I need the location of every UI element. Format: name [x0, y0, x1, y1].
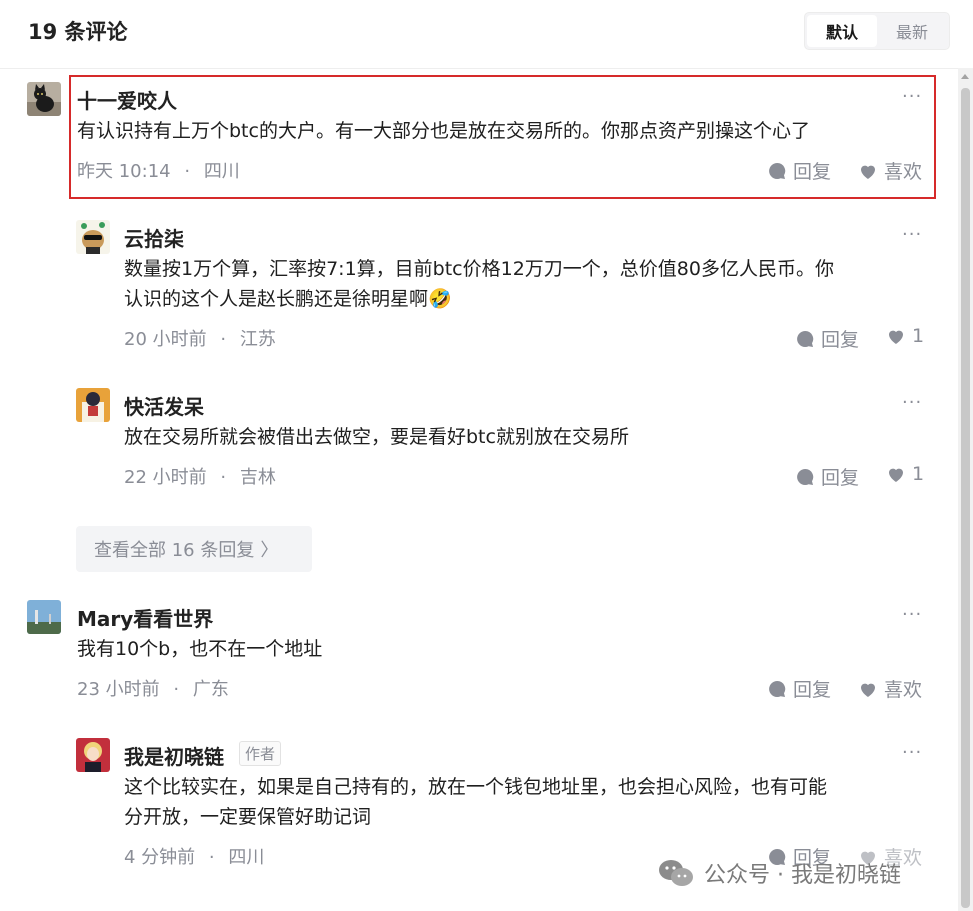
reply-button[interactable]: 回复 [767, 675, 831, 702]
reply-button[interactable]: 回复 [795, 463, 859, 490]
meta-separator: · [208, 847, 215, 868]
commenter-name[interactable]: 快活发呆 [124, 391, 204, 420]
commenter-name[interactable]: 我是初晓链 [124, 741, 224, 770]
comment-time: 22 小时前 [124, 467, 207, 488]
heart-icon [861, 165, 875, 179]
comment-text: 这个比较实在，如果是自己持有的，放在一个钱包地址里，也会担心风险，也有可能 分开… [124, 772, 924, 832]
avatar[interactable] [76, 738, 110, 772]
sort-latest-button[interactable]: 最新 [877, 15, 947, 47]
rofl-emoji-icon: 🤣 [428, 288, 452, 310]
cartoon-avatar-icon [76, 388, 110, 422]
reply-label: 回复 [821, 329, 860, 351]
reply-button[interactable]: 回复 [767, 157, 831, 184]
comment-count-title: 19 条评论 [28, 20, 128, 44]
scroll-up-arrow[interactable] [961, 74, 969, 79]
comment-text-line: 这个比较实在，如果是自己持有的，放在一个钱包地址里，也会担心风险，也有可能 [124, 776, 828, 798]
comment-location: 江苏 [239, 329, 276, 350]
comment-time: 4 分钟前 [124, 847, 196, 868]
comment-text: 我有10个b，也不在一个地址 [77, 638, 323, 660]
reply-label: 回复 [793, 161, 832, 183]
dog-sunglasses-avatar-icon [76, 220, 110, 254]
comment-time: 昨天 10:14 [77, 161, 171, 182]
comment-bubble-icon [797, 330, 814, 347]
view-all-replies-label: 查看全部 16 条回复 [94, 540, 255, 561]
wechat-icon [659, 860, 693, 886]
scroll-thumb[interactable] [961, 88, 970, 908]
meta-separator: · [220, 329, 227, 350]
comment-location: 四川 [203, 161, 240, 182]
commenter-name[interactable]: 十一爱咬人 [77, 85, 177, 114]
comment-meta: 23 小时前 · 广东 [77, 675, 229, 701]
comment-location: 广东 [192, 679, 229, 700]
comment-text: 有认识持有上万个btc的大户。有一大部分也是放在交易所的。你那点资产别操这个心了 [77, 120, 810, 142]
reply-label: 回复 [821, 467, 860, 489]
comment-time: 23 小时前 [77, 679, 160, 700]
comment-meta: 4 分钟前 · 四川 [124, 843, 264, 869]
comments-header: 19 条评论 默认 最新 [0, 0, 973, 64]
chevron-right-icon: 〉 [260, 540, 279, 561]
meta-separator: · [220, 467, 227, 488]
like-count: 1 [912, 463, 925, 485]
comment-text-line: 数量按1万个算，汇率按7:1算，目前btc价格12万刀一个，总价值80多亿人民币… [124, 258, 834, 280]
comment-text-line-2: 认识的这个人是赵长鹏还是徐明星啊🤣 [124, 284, 924, 314]
more-options-button[interactable]: ··· [902, 224, 922, 245]
comment-location: 四川 [228, 847, 265, 868]
scrollbar[interactable] [958, 68, 973, 911]
author-badge: 作者 [239, 741, 282, 766]
comment-text-line: 分开放，一定要保管好助记词 [124, 806, 372, 828]
avatar[interactable] [27, 600, 61, 634]
landscape-avatar-icon [27, 600, 61, 634]
commenter-name[interactable]: Mary看看世界 [77, 603, 213, 632]
watermark-text: 公众号 · 我是初晓链 [704, 863, 901, 888]
like-count: 1 [912, 325, 925, 347]
heart-icon [861, 683, 875, 697]
like-button[interactable]: 1 [886, 325, 924, 347]
sort-default-button[interactable]: 默认 [807, 15, 877, 47]
avatar[interactable] [76, 220, 110, 254]
meta-separator: · [184, 161, 191, 182]
commenter-name[interactable]: 云拾柒 [124, 223, 184, 252]
comment-text-line: 认识的这个人是赵长鹏还是徐明星啊 [124, 288, 429, 310]
avatar[interactable] [27, 82, 61, 116]
heart-icon [889, 468, 903, 482]
anime-avatar-icon [76, 738, 110, 772]
sort-toggle: 默认 最新 [804, 12, 950, 50]
comment-bubble-icon [797, 468, 814, 485]
comment-time: 20 小时前 [124, 329, 207, 350]
comment-meta: 昨天 10:14 · 四川 [77, 157, 240, 183]
cat-avatar-icon [27, 82, 61, 116]
comment-meta: 22 小时前 · 吉林 [124, 463, 276, 489]
reply-label: 回复 [793, 679, 832, 701]
meta-separator: · [173, 679, 180, 700]
avatar[interactable] [76, 388, 110, 422]
like-button[interactable]: 喜欢 [858, 157, 922, 184]
header-divider [0, 68, 960, 69]
wechat-watermark: 公众号 · 我是初晓链 [658, 857, 901, 889]
more-options-button[interactable]: ··· [902, 742, 922, 763]
like-button[interactable]: 1 [886, 463, 924, 485]
comment-location: 吉林 [239, 467, 276, 488]
comment-text: 放在交易所就会被借出去做空，要是看好btc就别放在交易所 [124, 426, 629, 448]
like-button[interactable]: 喜欢 [858, 675, 922, 702]
view-all-replies-button[interactable]: 查看全部 16 条回复 〉 [76, 526, 312, 572]
reply-button[interactable]: 回复 [795, 325, 859, 352]
like-label: 喜欢 [884, 161, 923, 183]
comment-bubble-icon [769, 680, 786, 697]
more-options-button[interactable]: ··· [902, 392, 922, 413]
more-options-button[interactable]: ··· [902, 604, 922, 625]
heart-icon [889, 330, 903, 344]
comment-meta: 20 小时前 · 江苏 [124, 325, 276, 351]
comment-bubble-icon [769, 162, 786, 179]
like-label: 喜欢 [884, 679, 923, 701]
more-options-button[interactable]: ··· [902, 86, 922, 107]
comment-text: 数量按1万个算，汇率按7:1算，目前btc价格12万刀一个，总价值80多亿人民币… [124, 254, 924, 314]
